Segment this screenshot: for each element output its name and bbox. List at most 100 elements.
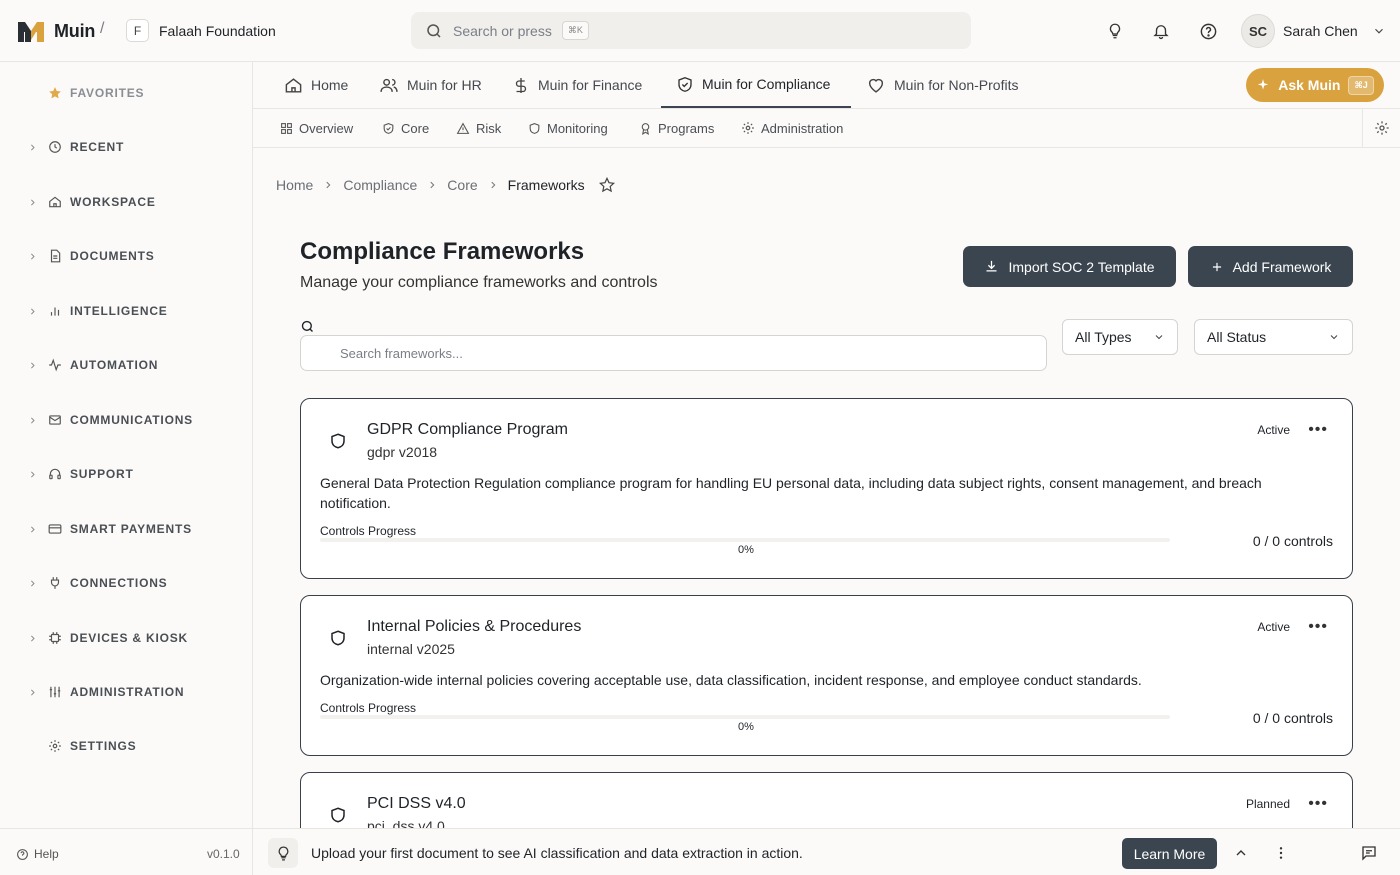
framework-description: Organization-wide internal policies cove…: [320, 672, 1142, 688]
sidebar-item-label: SETTINGS: [70, 739, 137, 753]
chevron-right-icon: [28, 634, 38, 643]
subtab-risk[interactable]: Risk: [456, 109, 501, 147]
status-badge: Active: [1257, 620, 1290, 634]
product-nav: Home Muin for HR Muin for Finance Muin f…: [253, 62, 1400, 109]
learn-more-button[interactable]: Learn More: [1122, 838, 1217, 869]
more-options-icon[interactable]: •••: [1308, 795, 1328, 813]
warning-icon: [456, 122, 470, 134]
shield-check-icon: [383, 122, 394, 134]
shield-icon: [331, 807, 345, 823]
sidebar-item-label: INTELLIGENCE: [70, 304, 168, 318]
user-menu[interactable]: SC Sarah Chen: [1241, 14, 1386, 48]
search-placeholder: Search or press: [453, 22, 552, 39]
sidebar-item-label: SUPPORT: [70, 467, 134, 481]
award-icon: [641, 122, 650, 135]
import-soc2-button[interactable]: Import SOC 2 Template: [963, 246, 1176, 287]
ask-muin-label: Ask Muin: [1278, 77, 1341, 93]
chat-icon[interactable]: [1359, 843, 1379, 863]
breadcrumb: Home Compliance Core Frameworks: [276, 177, 615, 193]
sidebar-item-automation[interactable]: AUTOMATION: [0, 353, 252, 377]
shield-icon: [529, 122, 540, 134]
subtab-administration[interactable]: Administration: [741, 109, 843, 147]
progress-label: Controls Progress: [320, 524, 417, 538]
sidebar-item-support[interactable]: SUPPORT: [0, 462, 252, 486]
home-icon: [285, 77, 302, 93]
global-search[interactable]: Search or press ⌘K: [411, 12, 971, 49]
lightbulb-icon[interactable]: [1104, 20, 1126, 42]
org-switcher[interactable]: F Falaah Foundation: [126, 19, 276, 42]
sidebar-footer: Help v0.1.0: [0, 828, 252, 875]
top-bar: Muin / F Falaah Foundation Search or pre…: [0, 0, 1400, 62]
chevron-right-icon: [28, 470, 38, 479]
breadcrumb-compliance[interactable]: Compliance: [343, 177, 417, 193]
tab-muin-for-non-profits[interactable]: Muin for Non-Profits: [866, 62, 1018, 108]
type-filter-select[interactable]: All Types: [1062, 319, 1178, 355]
controls-count: 0 / 0 controls: [1252, 533, 1333, 549]
breadcrumb-current: Frameworks: [507, 177, 585, 193]
chevron-right-icon: [326, 181, 331, 189]
subnav-settings-button[interactable]: [1362, 109, 1400, 147]
sparkle-icon: [1257, 79, 1269, 90]
sidebar-item-administration[interactable]: ADMINISTRATION: [0, 680, 252, 704]
tab-muin-for-hr[interactable]: Muin for HR: [379, 62, 482, 108]
help-circle-icon[interactable]: [1197, 20, 1219, 42]
tab-label: Muin for Non-Profits: [894, 77, 1019, 93]
chevron-right-icon: [430, 181, 435, 189]
user-name: Sarah Chen: [1283, 23, 1358, 39]
tab-muin-for-compliance[interactable]: Muin for Compliance: [661, 62, 851, 108]
bar-chart-icon: [47, 303, 63, 319]
sidebar-item-settings[interactable]: SETTINGS: [0, 734, 252, 758]
tab-home[interactable]: Home: [284, 62, 348, 108]
sidebar-item-label: FAVORITES: [70, 86, 145, 100]
more-vertical-icon[interactable]: [1271, 843, 1291, 863]
search-icon: [427, 23, 441, 38]
subtab-core[interactable]: Core: [382, 109, 429, 147]
sidebar-item-recent[interactable]: RECENT: [0, 135, 252, 159]
subtab-programs[interactable]: Programs: [639, 109, 714, 147]
more-options-icon[interactable]: •••: [1308, 618, 1328, 636]
subtab-monitoring[interactable]: Monitoring: [528, 109, 608, 147]
sidebar: FAVORITES RECENT WORKSPACE DOCUMENTS INT…: [0, 62, 253, 875]
shield-check-icon: [678, 76, 692, 92]
ask-muin-button[interactable]: Ask Muin ⌘J: [1246, 68, 1384, 102]
help-link[interactable]: Help: [16, 847, 59, 861]
progress-bar: [320, 538, 1170, 542]
star-outline-icon[interactable]: [598, 177, 615, 193]
muin-logo-icon: [18, 22, 44, 42]
framework-name: GDPR Compliance Program: [367, 421, 568, 438]
framework-version: pci_dss v4.0: [367, 818, 445, 828]
breadcrumb-core[interactable]: Core: [447, 177, 477, 193]
subtab-overview[interactable]: Overview: [280, 109, 353, 147]
gear-icon: [47, 738, 63, 754]
breadcrumb-home[interactable]: Home: [276, 177, 313, 193]
sidebar-item-label: RECENT: [70, 140, 125, 154]
sidebar-item-favorites[interactable]: FAVORITES: [0, 81, 252, 105]
chevron-right-icon: [28, 579, 38, 588]
framework-name: PCI DSS v4.0: [367, 795, 466, 812]
sidebar-item-devices-kiosk[interactable]: DEVICES & KIOSK: [0, 626, 252, 650]
subtab-label: Risk: [476, 120, 502, 136]
download-icon: [986, 260, 997, 272]
sidebar-item-smart-payments[interactable]: SMART PAYMENTS: [0, 517, 252, 541]
more-options-icon[interactable]: •••: [1308, 421, 1328, 439]
status-filter-select[interactable]: All Status: [1194, 319, 1353, 355]
sidebar-item-connections[interactable]: CONNECTIONS: [0, 571, 252, 595]
sidebar-item-label: COMMUNICATIONS: [70, 413, 193, 427]
framework-search-input[interactable]: [300, 335, 1047, 371]
bell-icon[interactable]: [1150, 20, 1172, 42]
framework-card[interactable]: PCI DSS v4.0 pci_dss v4.0 Planned •••: [300, 772, 1353, 828]
main-content: Home Compliance Core Frameworks Complian…: [253, 148, 1400, 828]
sidebar-item-documents[interactable]: DOCUMENTS: [0, 244, 252, 268]
tab-muin-for-finance[interactable]: Muin for Finance: [512, 62, 642, 108]
app-logo[interactable]: Muin: [16, 16, 95, 46]
sidebar-item-communications[interactable]: COMMUNICATIONS: [0, 408, 252, 432]
chevron-right-icon: [28, 252, 38, 261]
framework-card[interactable]: Internal Policies & Procedures internal …: [300, 595, 1353, 756]
search-icon: [301, 320, 313, 332]
sidebar-item-workspace[interactable]: WORKSPACE: [0, 190, 252, 214]
progress-percent: 0%: [738, 544, 754, 556]
chevron-up-icon[interactable]: [1231, 843, 1251, 863]
sidebar-item-intelligence[interactable]: INTELLIGENCE: [0, 299, 252, 323]
add-framework-button[interactable]: Add Framework: [1188, 246, 1353, 287]
framework-card[interactable]: GDPR Compliance Program gdpr v2018 Activ…: [300, 398, 1353, 579]
